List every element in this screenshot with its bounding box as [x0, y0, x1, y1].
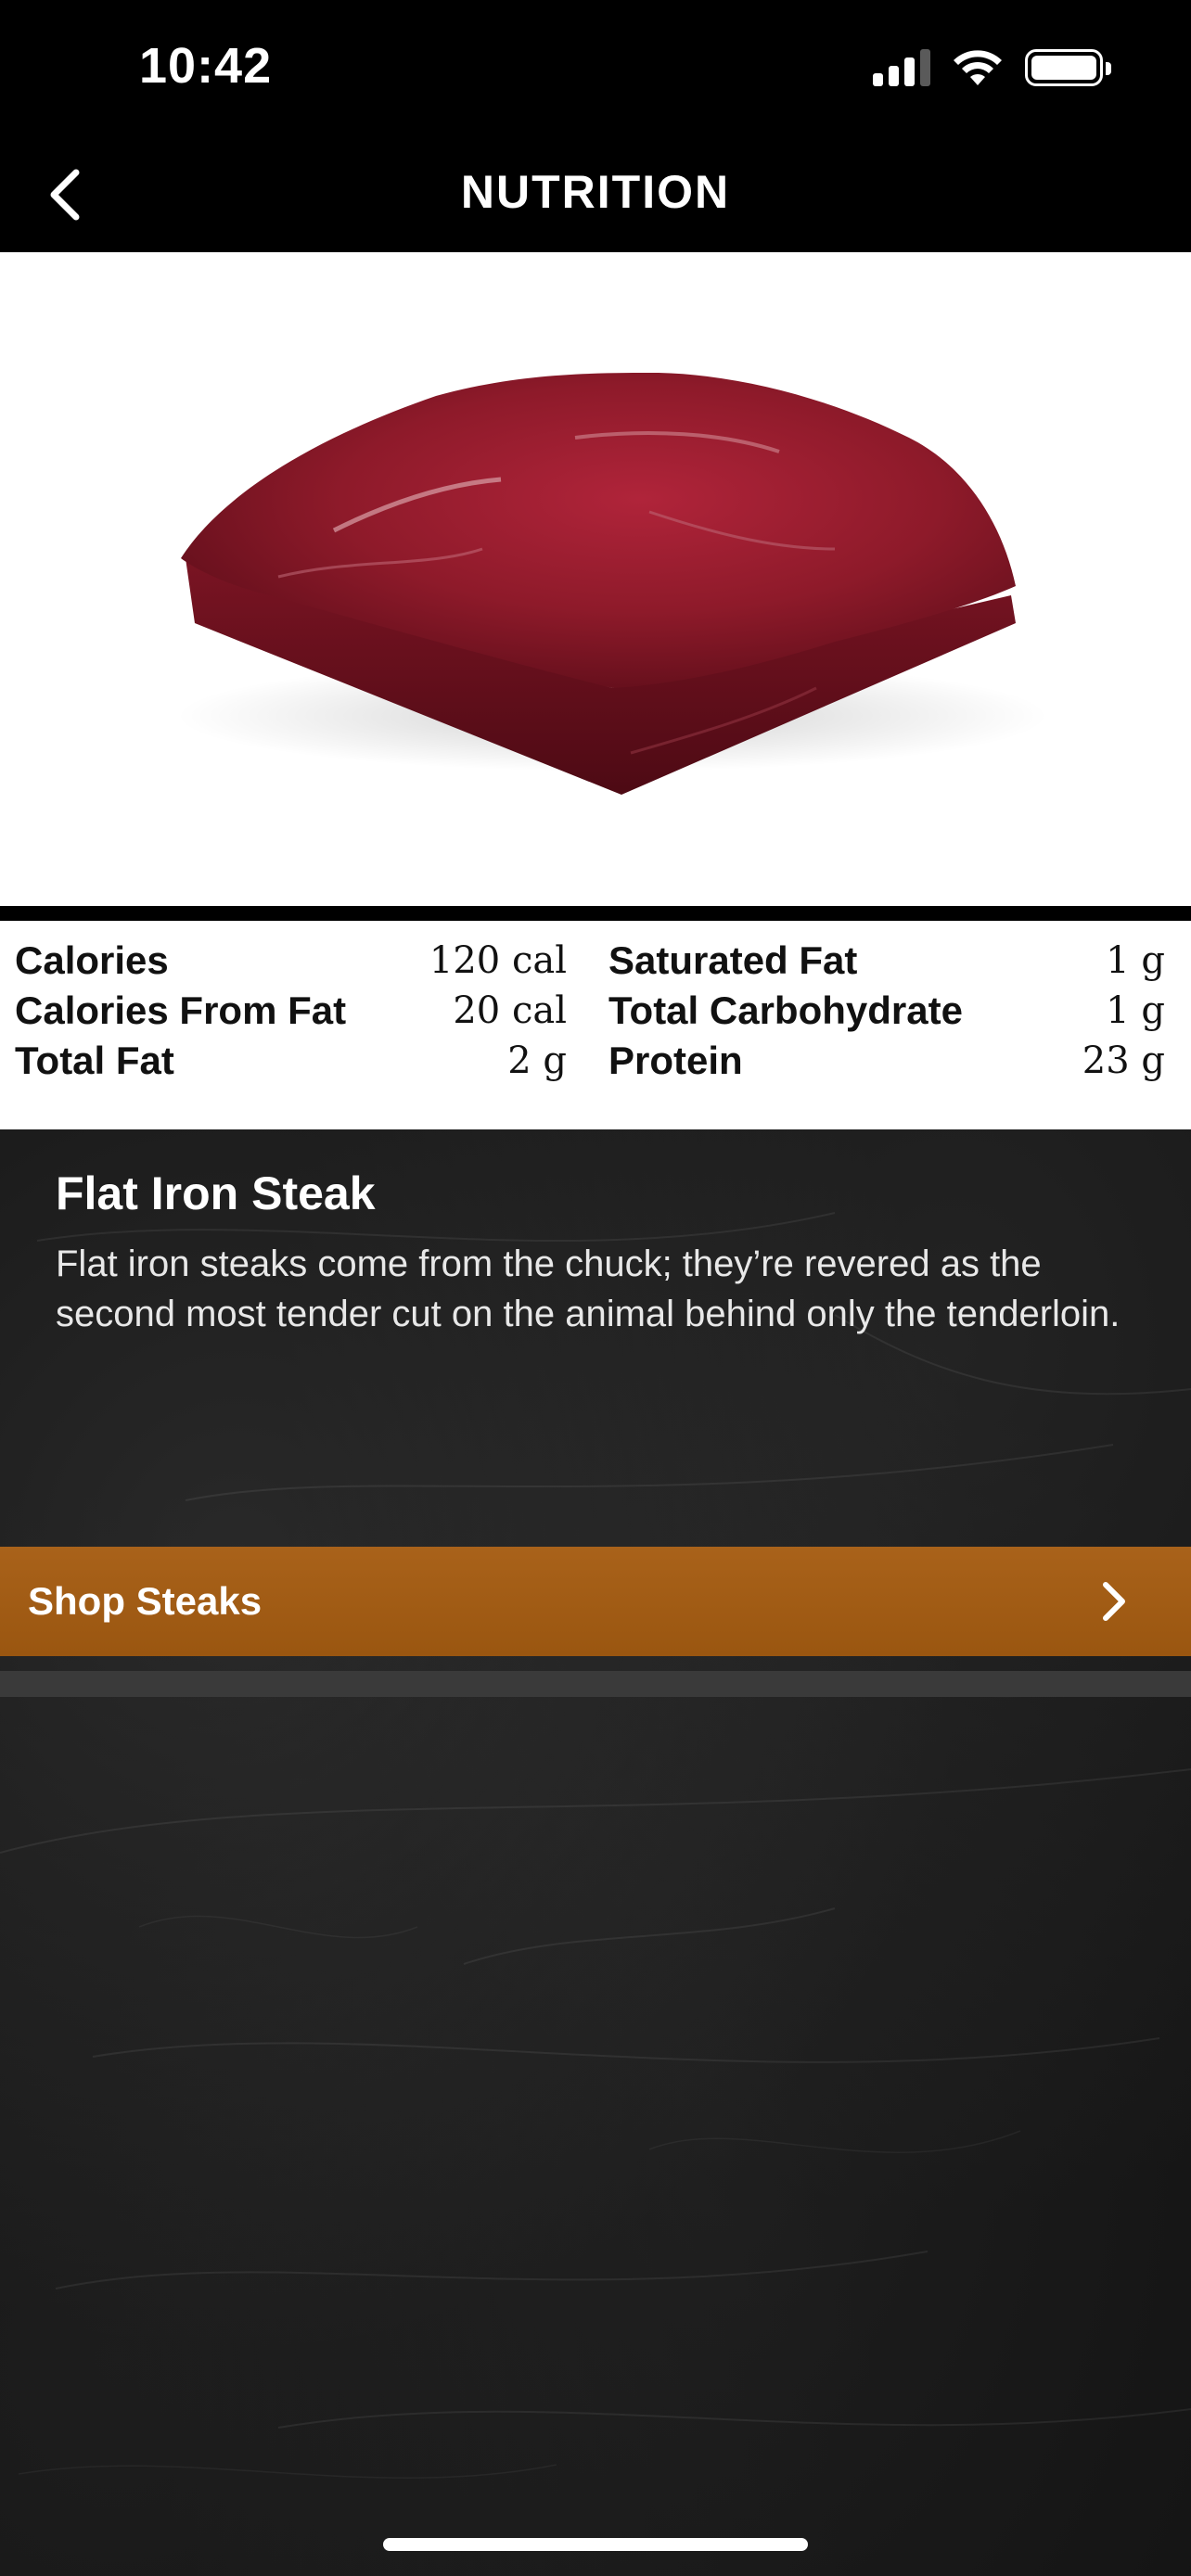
nutrition-value: 2 g [507, 1039, 567, 1082]
chevron-right-icon [1103, 1582, 1125, 1621]
product-image [0, 252, 1191, 906]
nutrition-column-left: Calories 120 cal Calories From Fat 20 ca… [15, 936, 567, 1086]
nutrition-facts: Calories 120 cal Calories From Fat 20 ca… [0, 921, 1191, 1129]
chalkboard-texture [0, 1212, 1191, 2480]
status-icons [873, 48, 1111, 87]
steak-image [176, 373, 1048, 795]
nutrition-value: 23 g [1082, 1039, 1165, 1082]
nutrition-label: Calories From Fat [15, 988, 347, 1032]
nav-bar: NUTRITION [0, 139, 1191, 252]
nutrition-label: Saturated Fat [608, 938, 858, 982]
signal-icon [873, 49, 930, 86]
home-indicator[interactable] [383, 2538, 808, 2551]
nutrition-value: 120 cal [429, 939, 567, 982]
nutrition-value: 20 cal [453, 989, 567, 1032]
nutrition-label: Total Carbohydrate [608, 988, 963, 1032]
nutrition-label: Calories [15, 938, 169, 982]
shop-steaks-button[interactable]: Shop Steaks [0, 1547, 1191, 1656]
wifi-icon [954, 50, 1002, 85]
nutrition-row: Calories From Fat 20 cal [15, 986, 567, 1036]
nutrition-row: Saturated Fat 1 g [608, 936, 1165, 986]
nutrition-column-right: Saturated Fat 1 g Total Carbohydrate 1 g… [608, 936, 1165, 1086]
nutrition-label: Protein [608, 1039, 743, 1082]
nutrition-row: Calories 120 cal [15, 936, 567, 986]
page-title: NUTRITION [460, 166, 731, 218]
separator-strip [0, 1671, 1191, 1697]
status-time: 10:42 [139, 38, 273, 94]
nutrition-row: Total Carbohydrate 1 g [608, 986, 1165, 1036]
shop-steaks-label: Shop Steaks [28, 1579, 263, 1623]
product-details: Flat Iron Steak Flat iron steaks come fr… [0, 1129, 1191, 2576]
nutrition-row: Protein 23 g [608, 1036, 1165, 1086]
product-description: Flat iron steaks come from the chuck; th… [56, 1243, 1121, 1334]
divider [0, 906, 1191, 921]
product-title: Flat Iron Steak [56, 1167, 376, 1219]
nutrition-value: 1 g [1106, 989, 1165, 1032]
nutrition-value: 1 g [1106, 939, 1165, 982]
nutrition-label: Total Fat [15, 1039, 174, 1082]
status-bar: 10:42 [0, 0, 1191, 139]
battery-icon [1025, 49, 1111, 86]
nutrition-row: Total Fat 2 g [15, 1036, 567, 1086]
